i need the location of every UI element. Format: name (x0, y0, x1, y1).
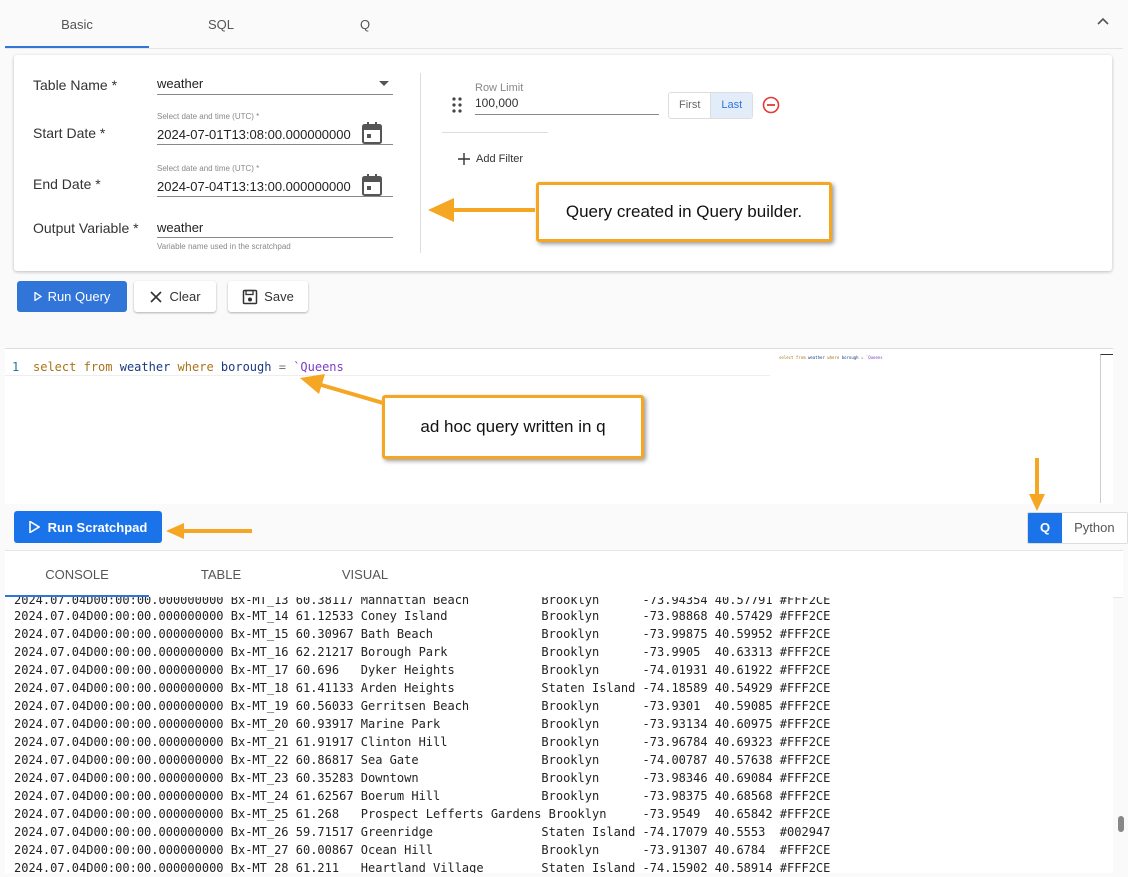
arrow-to-code-line (300, 374, 384, 405)
arrow-to-run-scratchpad (166, 523, 252, 539)
arrow-to-query-builder (428, 198, 535, 222)
arrow-to-q-toggle (1029, 458, 1045, 511)
annotation-arrows (166, 198, 1045, 539)
